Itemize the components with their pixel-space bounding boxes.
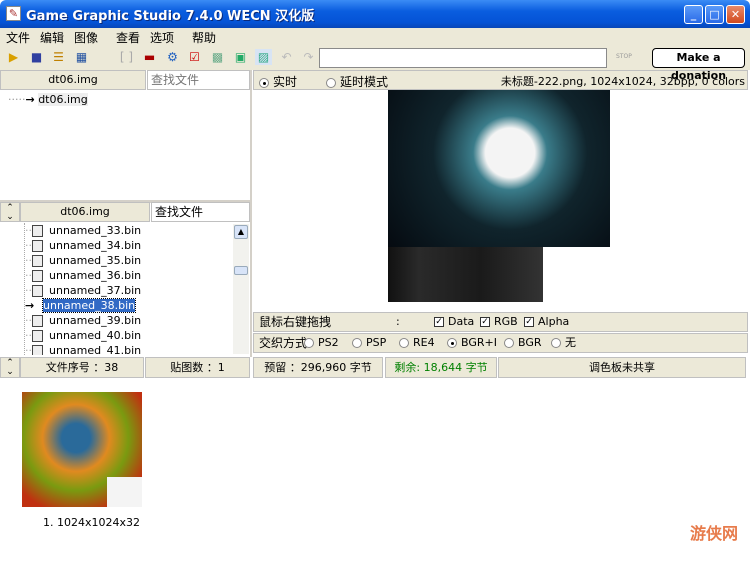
menu-file[interactable]: 文件	[6, 29, 30, 46]
file-list-item[interactable]: ·· unnamed_37.bin	[25, 283, 232, 298]
arrow-icon: →	[25, 299, 35, 312]
file-list-item[interactable]: ·· unnamed_39.bin	[25, 313, 232, 328]
file-list-item[interactable]: ·· unnamed_40.bin	[25, 328, 232, 343]
reserved-bytes: 预留 ：296,960 字节	[253, 357, 383, 378]
redo-icon[interactable]: ↷	[300, 49, 317, 65]
interlace-radio-2[interactable]: RE4	[399, 334, 435, 352]
menu-help[interactable]: 帮助	[192, 29, 216, 46]
undo-icon[interactable]: ↶	[278, 49, 295, 65]
interlace-radio-3[interactable]: BGR+I	[447, 334, 497, 352]
menu-options[interactable]: 选项	[150, 29, 174, 46]
file-list-item[interactable]: → unnamed_38.bin	[25, 298, 232, 313]
toolbar: ▶ ■ ☰ ▦ [ ] ▬ ⚙ ☑ ▩ ▣ ▨ ↶ ↷ STOP Make a …	[0, 45, 750, 82]
tree-root[interactable]: ·····→ dt06.img	[8, 92, 88, 107]
file-name: unnamed_35.bin	[49, 254, 142, 267]
interlace-radio-5[interactable]: 无	[551, 334, 576, 352]
scrollbar[interactable]: ▲	[233, 224, 249, 354]
file-list-header[interactable]: dt06.img	[20, 202, 150, 222]
picture-icon[interactable]: ▨	[255, 49, 272, 65]
checkbox-rgb[interactable]: ✓ RGB	[480, 313, 518, 331]
file-icon	[32, 285, 43, 297]
interlace-radio-0[interactable]: PS2	[304, 334, 339, 352]
file-icon	[32, 225, 43, 237]
radio-delayed[interactable]: 延时模式	[326, 73, 388, 90]
thumbnail-caption: 1. 1024x1024x32	[43, 516, 140, 529]
title-bar: ✎ Game Graphic Studio 7.4.0 WECN 汉化版 _ □…	[0, 0, 750, 28]
file-list-item[interactable]: ·· unnamed_35.bin	[25, 253, 232, 268]
file-icon	[32, 345, 43, 355]
list-icon[interactable]: ☰	[50, 49, 67, 65]
find-file-input[interactable]	[147, 70, 250, 90]
file-name: unnamed_34.bin	[49, 239, 142, 252]
interlace-label: 交织方式	[259, 336, 308, 350]
thumbnail-area: 1. 1024x1024x32 游侠网	[0, 380, 750, 562]
drag-options-row: 鼠标右键拖拽 : ✓ Data ✓ RGB ✓ Alpha	[253, 312, 748, 332]
file-icon	[32, 315, 43, 327]
window-title: Game Graphic Studio 7.4.0 WECN 汉化版	[26, 9, 315, 24]
scroll-up-icon[interactable]: ▲	[234, 225, 248, 239]
file-name: unnamed_36.bin	[49, 269, 142, 282]
file-icon	[32, 255, 43, 267]
preview-image-lower	[388, 247, 543, 302]
fit-image-icon[interactable]: ▣	[232, 49, 249, 65]
ruler-icon[interactable]: ▬	[141, 49, 158, 65]
menu-view[interactable]: 查看	[116, 29, 140, 46]
close-button[interactable]: ✕	[726, 5, 745, 24]
archive-header[interactable]: dt06.img	[0, 70, 146, 90]
drag-colon: :	[396, 315, 400, 328]
donate-button[interactable]: Make a donation	[652, 48, 745, 82]
remaining-bytes: 剩余: 18,644 字节	[385, 357, 497, 378]
file-list-item[interactable]: ·· unnamed_36.bin	[25, 268, 232, 283]
thumbnail-blank-corner	[107, 477, 142, 507]
preview-image	[388, 90, 610, 247]
transparency-icon[interactable]: ▩	[209, 49, 226, 65]
find-file-field[interactable]: 查找文件	[151, 202, 250, 222]
maximize-button[interactable]: □	[705, 5, 724, 24]
image-canvas[interactable]	[253, 90, 748, 312]
checkbox-data[interactable]: ✓ Data	[434, 313, 474, 331]
status-toggle[interactable]: ⌃ ⌄	[0, 357, 20, 378]
file-icon	[32, 270, 43, 282]
file-list-item[interactable]: ·· unnamed_41.bin	[25, 343, 232, 355]
interlace-radio-4[interactable]: BGR	[504, 334, 542, 352]
status-bar: ⌃ ⌄ 文件序号 ：38 贴图数 ：1 预留 ：296,960 字节 剩余: 18…	[0, 357, 750, 379]
palette-status: 调色板未共享	[498, 357, 746, 378]
grid-icon[interactable]: ▦	[73, 49, 90, 65]
texture-count: 贴图数 ：1	[145, 357, 250, 378]
scroll-thumb[interactable]	[234, 266, 248, 275]
stop-button[interactable]: STOP	[616, 53, 632, 60]
document-check-icon[interactable]: ☑	[186, 49, 203, 65]
minimize-button[interactable]: _	[684, 5, 703, 24]
file-name: unnamed_41.bin	[49, 344, 142, 355]
tree-root-label: dt06.img	[38, 93, 88, 106]
radio-realtime[interactable]: 实时	[259, 73, 297, 90]
checkbox-alpha[interactable]: ✓ Alpha	[524, 313, 569, 331]
file-list: ·· unnamed_33.bin ·· unnamed_34.bin ·· unname…	[24, 223, 232, 355]
file-list-item[interactable]: ·· unnamed_34.bin	[25, 238, 232, 253]
interlace-radio-1[interactable]: PSP	[352, 334, 386, 352]
open-icon[interactable]: ▶	[5, 49, 22, 65]
file-index: 文件序号 ：38	[20, 357, 144, 378]
file-name: unnamed_38.bin	[41, 298, 137, 313]
left-panel: dt06.img ·····→ dt06.img ⌃⌄ dt06.img 查找文…	[0, 70, 252, 357]
app-icon: ✎	[6, 6, 21, 21]
collapse-toggle[interactable]: ⌃ ⌄	[0, 202, 20, 222]
select-icon[interactable]: [ ]	[118, 49, 135, 65]
gear-icon[interactable]: ⚙	[164, 49, 181, 65]
file-name: unnamed_39.bin	[49, 314, 142, 327]
file-name: unnamed_33.bin	[49, 224, 142, 237]
file-name: unnamed_37.bin	[49, 284, 142, 297]
menu-image[interactable]: 图像	[74, 29, 98, 46]
file-icon	[32, 240, 43, 252]
file-icon	[32, 330, 43, 342]
menu-edit[interactable]: 编辑	[40, 29, 64, 46]
file-list-item[interactable]: ·· unnamed_33.bin	[25, 223, 232, 238]
interlace-row: 交织方式 PS2 PSP RE4 BGR+I BGR 无	[253, 333, 748, 353]
path-input[interactable]	[319, 48, 607, 68]
file-name: unnamed_40.bin	[49, 329, 142, 342]
watermark-logo: 游侠网	[690, 524, 739, 543]
menu-bar: 文件 编辑 图像 查看 选项 帮助	[0, 28, 750, 45]
drag-label: 鼠标右键拖拽	[259, 315, 332, 329]
save-icon[interactable]: ■	[28, 49, 45, 65]
